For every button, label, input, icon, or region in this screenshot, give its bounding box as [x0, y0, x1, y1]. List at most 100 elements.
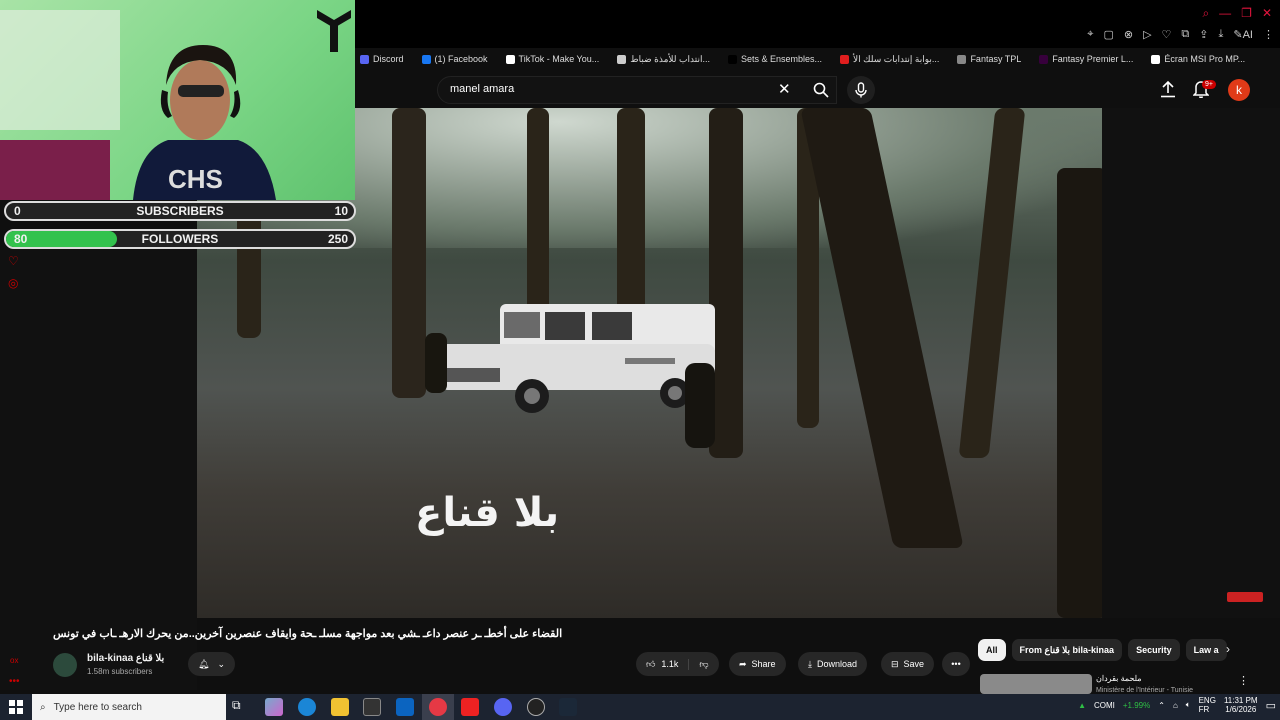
bed-background [0, 140, 110, 200]
bookmark-label: Sets & Ensembles... [740, 54, 823, 64]
svg-text:CHS: CHS [168, 164, 223, 194]
more-horizontal-icon: ••• [951, 659, 961, 669]
bookmark-item[interactable]: Discord [360, 54, 404, 64]
more-vertical-icon[interactable]: ⋮ [1238, 674, 1249, 687]
puzzle-icon[interactable]: ⧉ [1181, 28, 1189, 41]
upload-icon[interactable] [1160, 80, 1176, 103]
share-button[interactable]: ➦ Share [729, 652, 786, 676]
more-icon[interactable]: ••• [9, 676, 20, 687]
notification-center-icon[interactable]: ▭ [1266, 699, 1276, 712]
search-button[interactable] [804, 76, 838, 104]
filter-chip[interactable]: From بلا قناع bila-kinaa [1011, 639, 1123, 661]
account-avatar[interactable]: k [1228, 79, 1250, 101]
taskbar-search-placeholder: Type here to search [53, 701, 142, 713]
restore-icon[interactable]: ❐ [1241, 6, 1252, 21]
bookmark-item[interactable]: Fantasy TPL [957, 54, 1021, 64]
copilot-icon[interactable] [265, 698, 283, 716]
language-indicator[interactable]: ENG FR [1199, 696, 1216, 714]
followers-goal-bar: 80 FOLLOWERS 250 [4, 229, 356, 249]
bookmark-item[interactable]: (1) Facebook [421, 54, 488, 64]
windows-start-icon[interactable] [9, 700, 23, 714]
side-label-icon: ox [10, 656, 19, 665]
discord-icon[interactable] [494, 698, 512, 716]
network-icon[interactable]: ⌂ [1173, 701, 1178, 710]
bell-icon: 🔔︎ [198, 658, 210, 669]
download-button[interactable]: ⤓ Download [798, 652, 868, 676]
tree [392, 108, 426, 398]
opera-icon[interactable] [429, 698, 447, 716]
like-button[interactable]: 👍︎ 1.1k [646, 658, 690, 670]
download-label: Download [816, 659, 858, 669]
share-label: Share [751, 659, 776, 669]
clear-search-icon[interactable]: ✕ [778, 80, 791, 98]
play-icon[interactable]: ▷ [1143, 28, 1151, 41]
chevron-up-icon[interactable]: ⌃ [1158, 701, 1165, 710]
tree [1057, 168, 1102, 618]
heart-icon[interactable]: ♡ [1162, 28, 1172, 41]
subscribers-goal: 10 [334, 204, 348, 218]
dislike-button[interactable]: 👎︎ [689, 659, 718, 670]
clock-time: 11:31 PM [1223, 696, 1258, 705]
extension-icon[interactable]: ▢ [1103, 28, 1113, 41]
share-icon[interactable]: ⇪ [1199, 28, 1208, 41]
bookmark-favicon-icon [360, 54, 369, 64]
bookmark-item[interactable]: Écran MSI Pro MP... [1151, 54, 1245, 64]
like-dislike-group: 👍︎ 1.1k 👎︎ [636, 652, 719, 676]
recommended-channel: Ministère de l'Intérieur - Tunisie [1096, 687, 1194, 694]
ai-icon[interactable]: ✎AI [1233, 28, 1253, 41]
settings-icon[interactable]: ◎ [8, 272, 19, 294]
chevron-right-icon[interactable]: › [1226, 642, 1230, 656]
volume-icon[interactable]: 🔈︎ [1186, 700, 1191, 710]
notification-badge: 9+ [1202, 80, 1216, 89]
search-icon[interactable]: ⌕ [1202, 6, 1209, 21]
bookmark-item[interactable]: بوابة إنتدابات سلك الأ... [840, 54, 939, 65]
bookmarks-bar: Discord (1) Facebook TikTok - Make You... ا… [360, 50, 1280, 68]
download-icon[interactable]: ⤓ [1219, 28, 1224, 41]
store-icon[interactable] [363, 698, 381, 716]
extension-icon[interactable]: ⌖ [1087, 28, 1093, 41]
search-icon [813, 82, 829, 98]
bookmark-item[interactable]: Fantasy Premier L... [1039, 54, 1133, 64]
task-view-icon[interactable]: ⧉ [232, 698, 250, 716]
stock-ticker[interactable]: COMI [1094, 701, 1115, 710]
extension-icon[interactable]: ⊗ [1124, 28, 1133, 41]
voice-search-button[interactable] [847, 76, 875, 104]
filter-chip[interactable]: All [978, 639, 1006, 661]
taskbar-search-box[interactable]: ⌕ Type here to search [32, 694, 226, 720]
channel-name[interactable]: bila-kinaa بلا قناع [87, 653, 164, 664]
bookmark-favicon-icon [957, 54, 967, 64]
filter-chip[interactable]: Law a [1185, 639, 1227, 661]
subscribe-notifications-button[interactable]: 🔔︎ ⌄ [188, 652, 235, 676]
search-icon: ⌕ [40, 701, 46, 713]
more-actions-button[interactable]: ••• [942, 652, 970, 676]
bookmark-item[interactable]: انتداب للأمذة ضباط... [617, 54, 710, 65]
clock[interactable]: 11:31 PM 1/6/2026 [1224, 696, 1258, 714]
bookmark-favicon-icon [617, 54, 627, 64]
edge-icon[interactable] [298, 698, 316, 716]
recommended-title[interactable]: ملحمة بقردان [1096, 674, 1142, 683]
heart-icon[interactable]: ♡ [8, 250, 19, 272]
channel-subscribers: 1.58m subscribers [87, 667, 153, 676]
recommended-thumbnail[interactable] [980, 674, 1092, 694]
menu-icon[interactable]: ⋮ [1263, 28, 1274, 41]
close-icon[interactable]: ✕ [1262, 6, 1272, 21]
file-explorer-icon[interactable] [331, 698, 349, 716]
mail-icon[interactable] [396, 698, 414, 716]
steam-icon[interactable] [559, 698, 577, 716]
bookmark-item[interactable]: TikTok - Make You... [505, 54, 599, 64]
wps-icon[interactable] [461, 698, 479, 716]
stock-change: +1.99% [1122, 700, 1151, 710]
side-icons: ♡ ◎ [8, 250, 19, 294]
window-controls: ⌕ — ❐ ✕ [1202, 6, 1272, 21]
search-input[interactable]: manel amara [450, 83, 514, 95]
share-arrow-icon: ➦ [739, 658, 747, 669]
video-overlay-title: بلا قناع [415, 490, 560, 536]
bookmark-favicon-icon [1151, 54, 1161, 64]
bookmark-item[interactable]: Sets & Ensembles... [727, 54, 823, 64]
minimize-icon[interactable]: — [1219, 6, 1231, 21]
filter-chip[interactable]: Security [1128, 639, 1180, 661]
obs-icon[interactable] [527, 698, 545, 716]
channel-avatar[interactable] [53, 653, 77, 677]
bookmark-label: Écran MSI Pro MP... [1164, 54, 1246, 64]
save-button[interactable]: ⊟ Save [881, 652, 935, 676]
